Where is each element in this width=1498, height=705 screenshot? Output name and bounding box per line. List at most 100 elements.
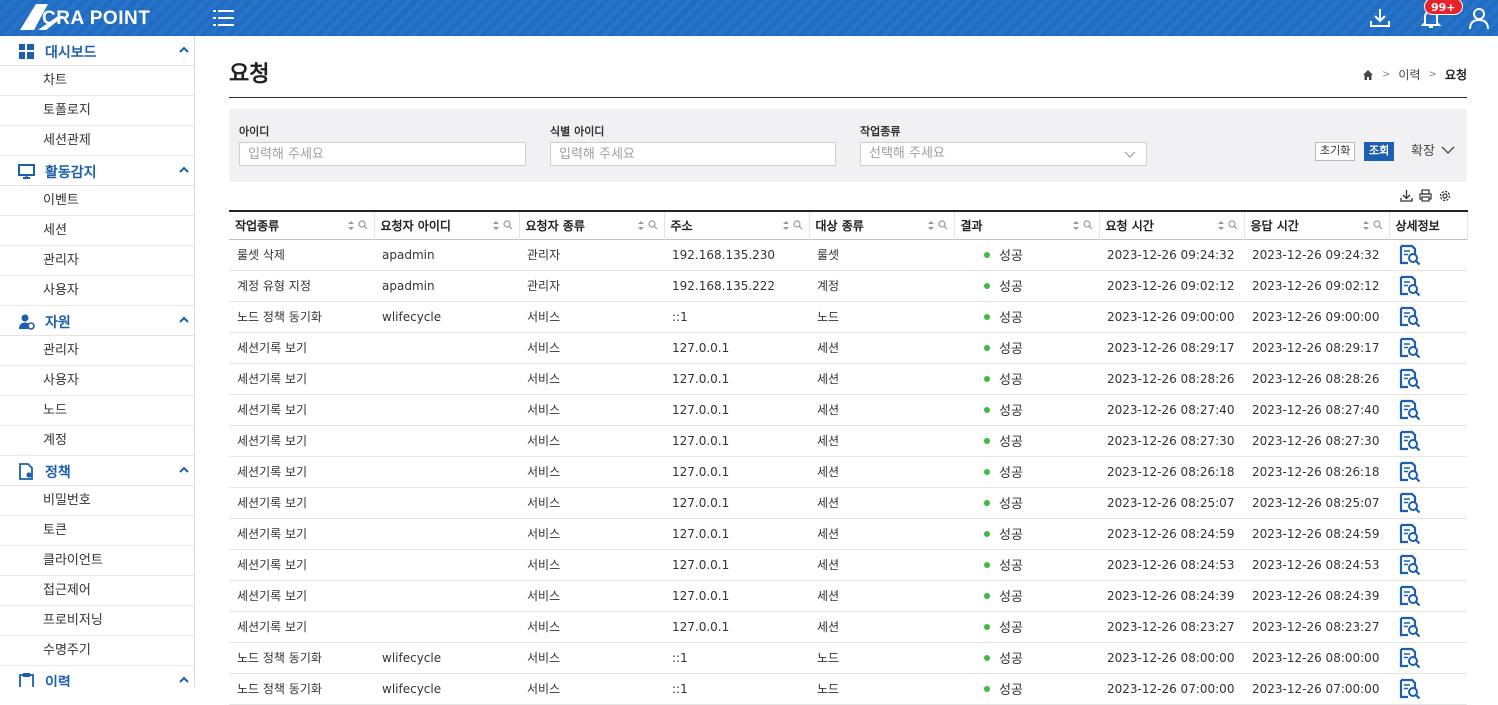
sidebar-item-admins[interactable]: 관리자 xyxy=(0,336,194,366)
sidebar-item-token[interactable]: 토큰 xyxy=(0,516,194,546)
table-row[interactable]: 세션기록 보기 서비스 127.0.0.1 세션 성공 2023-12-26 08:26:… xyxy=(229,456,1467,488)
sidebar-item-activity-users[interactable]: 사용자 xyxy=(0,276,194,306)
worktype-select[interactable]: 선택해 주세요 xyxy=(860,142,1147,166)
detail-button[interactable] xyxy=(1399,647,1421,672)
reset-button[interactable]: 초기화 xyxy=(1315,142,1356,161)
table-row[interactable]: 세션기록 보기 서비스 127.0.0.1 세션 성공 2023-12-26 08:28:… xyxy=(229,363,1467,395)
column-search-icon[interactable] xyxy=(647,220,658,230)
detail-button[interactable] xyxy=(1399,616,1421,641)
user-icon[interactable] xyxy=(1466,5,1492,31)
sidebar-item-lifecycle[interactable]: 수명주기 xyxy=(0,636,194,666)
home-icon[interactable] xyxy=(1362,69,1374,81)
detail-button[interactable] xyxy=(1399,399,1421,424)
column-search-icon[interactable] xyxy=(502,220,513,230)
table-row[interactable]: 세션기록 보기 서비스 127.0.0.1 세션 성공 2023-12-26 08:27:… xyxy=(229,425,1467,457)
column-header[interactable]: 결과 xyxy=(954,211,1100,239)
table-row[interactable]: 세션기록 보기 서비스 127.0.0.1 세션 성공 2023-12-26 08:25:… xyxy=(229,487,1467,519)
sort-icon[interactable] xyxy=(927,220,935,231)
sidebar-item-access-control[interactable]: 접근제어 xyxy=(0,576,194,606)
expand-button[interactable]: 확장 xyxy=(1411,140,1455,159)
column-header[interactable]: 요청자 아이디 xyxy=(374,211,520,239)
column-header[interactable]: 상세정보 xyxy=(1389,211,1468,239)
sidebar-item-provisioning[interactable]: 프로비저닝 xyxy=(0,606,194,636)
table-row[interactable]: 노드 정책 동기화 wlifecycle 서비스::1 노드 성공 2023-12-26 … xyxy=(229,642,1467,674)
cell-requester-type: 서비스 xyxy=(519,642,664,674)
export-download-icon[interactable] xyxy=(1400,189,1413,202)
sidebar-group-dashboard[interactable]: 대시보드 xyxy=(0,36,194,66)
id-input[interactable] xyxy=(239,142,526,166)
column-header[interactable]: 작업종류 xyxy=(229,211,375,239)
sidebar-item-client[interactable]: 클라이언트 xyxy=(0,546,194,576)
table-row[interactable]: 세션기록 보기 서비스 127.0.0.1 세션 성공 2023-12-26 08:24:… xyxy=(229,518,1467,550)
menu-icon[interactable] xyxy=(213,8,235,28)
chevron-up-icon[interactable] xyxy=(178,464,190,476)
detail-button[interactable] xyxy=(1399,461,1421,486)
detail-button[interactable] xyxy=(1399,585,1421,610)
detail-button[interactable] xyxy=(1399,244,1421,269)
breadcrumb-separator: > xyxy=(1382,69,1391,80)
sidebar-item-password[interactable]: 비밀번호 xyxy=(0,486,194,516)
sidebar-item-users[interactable]: 사용자 xyxy=(0,366,194,396)
detail-button[interactable] xyxy=(1399,337,1421,362)
table-row[interactable]: 세션기록 보기 서비스 127.0.0.1 세션 성공 2023-12-26 08:24:… xyxy=(229,549,1467,581)
column-header[interactable]: 주소 xyxy=(664,211,810,239)
column-search-icon[interactable] xyxy=(937,220,948,230)
detail-button[interactable] xyxy=(1399,523,1421,548)
sort-icon[interactable] xyxy=(637,220,645,231)
sort-icon[interactable] xyxy=(347,220,355,231)
table-row[interactable]: 노드 정책 동기화 wlifecycle 서비스::1 노드 성공 2023-12-26 … xyxy=(229,301,1467,333)
column-header[interactable]: 응답 시간 xyxy=(1244,211,1390,239)
sidebar-item-events[interactable]: 이벤트 xyxy=(0,186,194,216)
sort-icon[interactable] xyxy=(1362,220,1370,231)
sidebar-item-topology[interactable]: 토폴로지 xyxy=(0,96,194,126)
sort-icon[interactable] xyxy=(782,220,790,231)
table-row[interactable]: 룰셋 삭제 apadmin 관리자 192.168.135.230 룰셋 성공 2023-1… xyxy=(229,239,1467,271)
detail-button[interactable] xyxy=(1399,678,1421,703)
table-row[interactable]: 노드 정책 동기화 wlifecycle 서비스::1 노드 성공 2023-12-26 … xyxy=(229,673,1467,705)
detail-button[interactable] xyxy=(1399,430,1421,455)
sidebar-item-chart[interactable]: 차트 xyxy=(0,66,194,96)
column-header[interactable]: 요청 시간 xyxy=(1099,211,1245,239)
sidebar-group-resources[interactable]: 자원 xyxy=(0,306,194,336)
column-search-icon[interactable] xyxy=(357,220,368,230)
ident-input[interactable] xyxy=(550,142,836,166)
sort-icon[interactable] xyxy=(1072,220,1080,231)
sort-icon[interactable] xyxy=(1217,220,1225,231)
table-row[interactable]: 세션기록 보기 서비스 127.0.0.1 세션 성공 2023-12-26 08:24:… xyxy=(229,580,1467,612)
chevron-up-icon[interactable] xyxy=(178,164,190,176)
table-row[interactable]: 세션기록 보기 서비스 127.0.0.1 세션 성공 2023-12-26 08:27:… xyxy=(229,394,1467,426)
sort-icon[interactable] xyxy=(492,220,500,231)
settings-gear-icon[interactable] xyxy=(1438,189,1452,203)
chevron-up-icon[interactable] xyxy=(178,44,190,56)
cell-request-time: 2023-12-26 08:27:40 xyxy=(1099,394,1244,426)
column-header[interactable]: 요청자 종류 xyxy=(519,211,665,239)
breadcrumb-item[interactable]: 이력 xyxy=(1398,66,1420,83)
cell-detail xyxy=(1389,332,1467,364)
download-icon[interactable] xyxy=(1367,5,1393,31)
column-search-icon[interactable] xyxy=(792,220,803,230)
sidebar-item-session-control[interactable]: 세션관제 xyxy=(0,126,194,156)
chevron-up-icon[interactable] xyxy=(178,674,190,686)
sidebar-group-policy[interactable]: 정책 xyxy=(0,456,194,486)
column-search-icon[interactable] xyxy=(1227,220,1238,230)
sidebar-item-activity-admins[interactable]: 관리자 xyxy=(0,246,194,276)
detail-button[interactable] xyxy=(1399,368,1421,393)
sidebar-item-accounts[interactable]: 계정 xyxy=(0,426,194,456)
chevron-up-icon[interactable] xyxy=(178,314,190,326)
detail-button[interactable] xyxy=(1399,554,1421,579)
column-header[interactable]: 대상 종류 xyxy=(809,211,955,239)
detail-button[interactable] xyxy=(1399,492,1421,517)
print-icon[interactable] xyxy=(1419,189,1432,202)
table-row[interactable]: 세션기록 보기 서비스 127.0.0.1 세션 성공 2023-12-26 08:23:… xyxy=(229,611,1467,643)
detail-button[interactable] xyxy=(1399,275,1421,300)
sidebar-item-nodes[interactable]: 노드 xyxy=(0,396,194,426)
table-row[interactable]: 계정 유형 지정 apadmin 관리자 192.168.135.222 계정 성공 202… xyxy=(229,270,1467,302)
column-search-icon[interactable] xyxy=(1082,220,1093,230)
search-button[interactable]: 조회 xyxy=(1364,142,1395,161)
table-row[interactable]: 세션기록 보기 서비스 127.0.0.1 세션 성공 2023-12-26 08:29:… xyxy=(229,332,1467,364)
sidebar-group-activity[interactable]: 활동감지 xyxy=(0,156,194,186)
column-search-icon[interactable] xyxy=(1372,220,1383,230)
detail-button[interactable] xyxy=(1399,306,1421,331)
sidebar-item-sessions[interactable]: 세션 xyxy=(0,216,194,246)
sidebar-group-history[interactable]: 이력 xyxy=(0,666,194,687)
